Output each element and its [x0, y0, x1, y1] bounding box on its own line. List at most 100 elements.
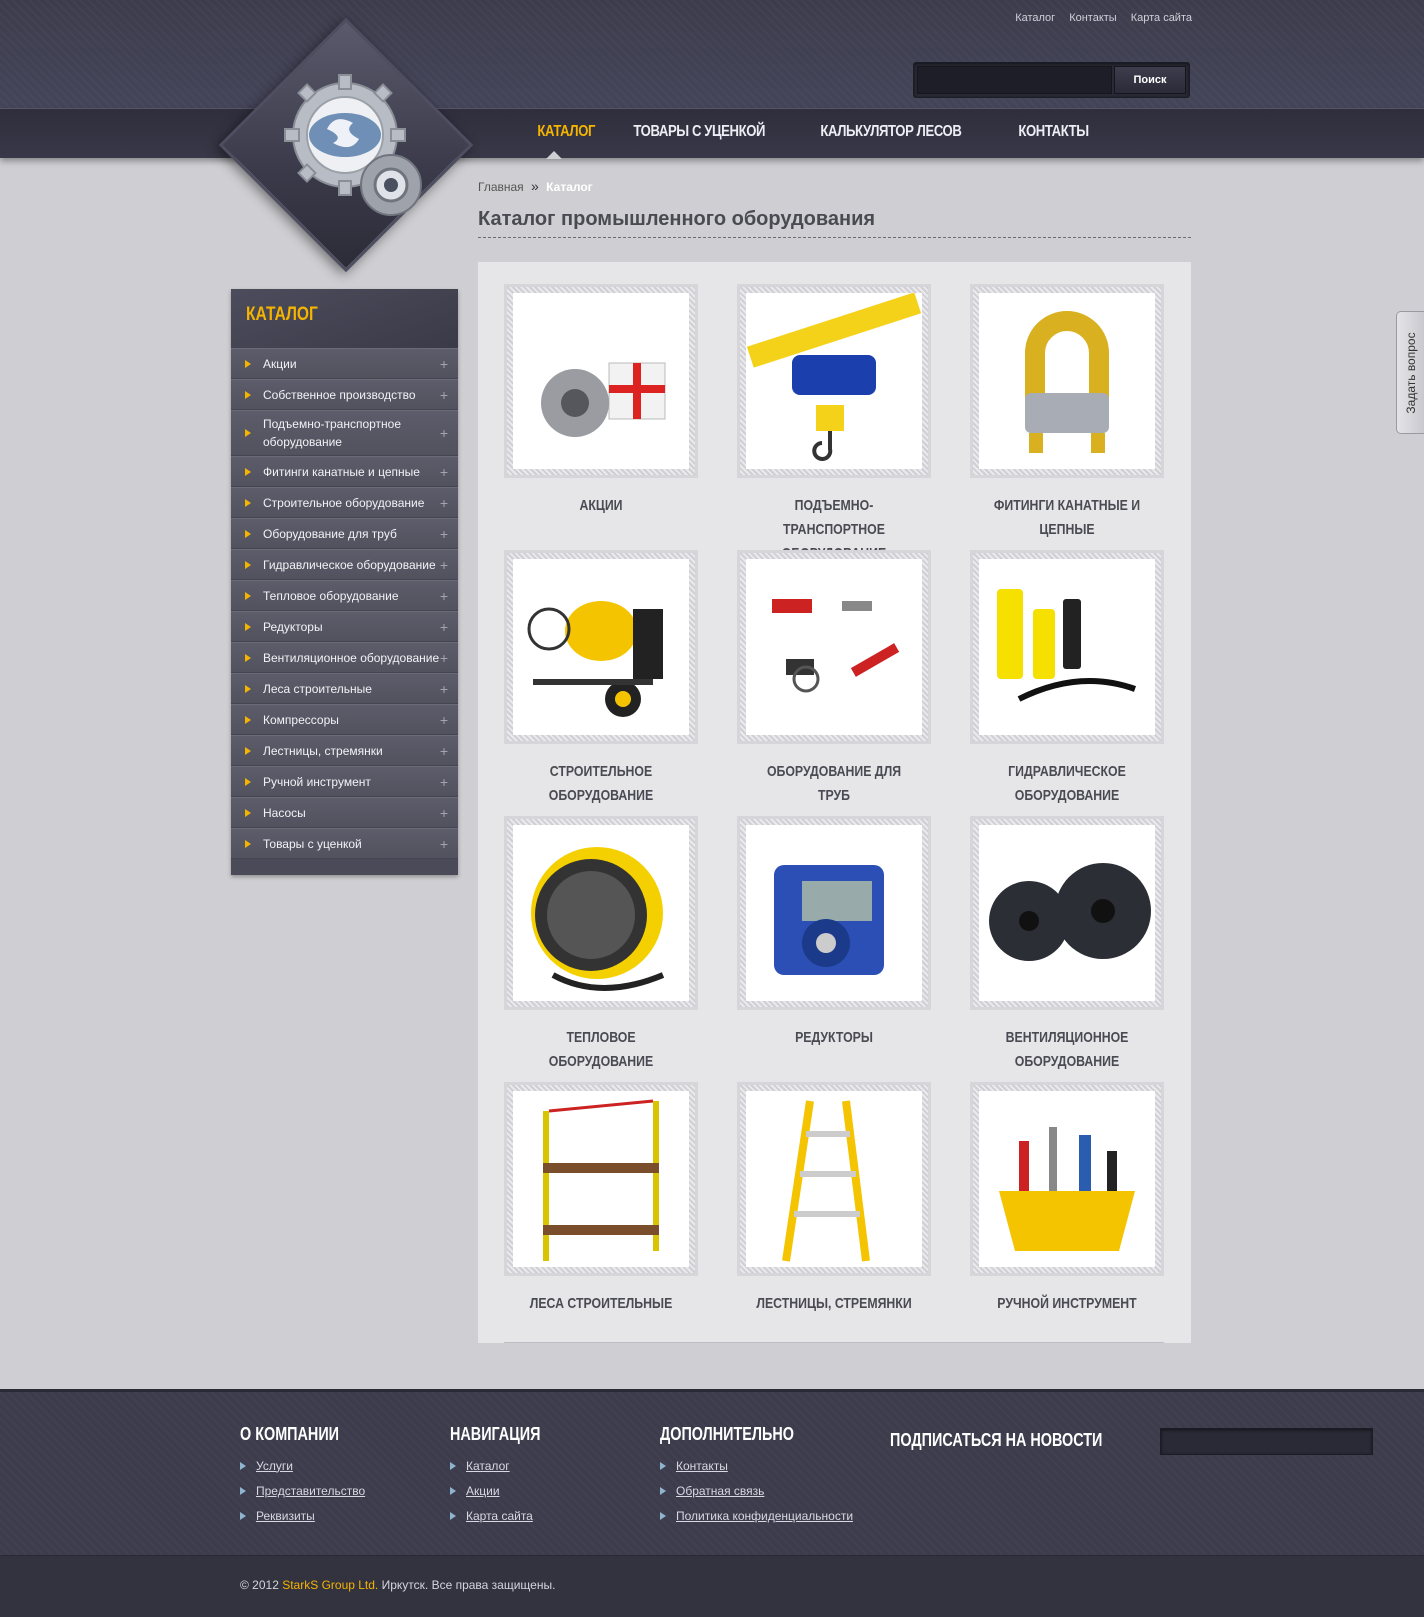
scaffold-image[interactable]	[513, 1091, 689, 1267]
sidebar-item[interactable]: Вентиляционное оборудование +	[231, 642, 458, 673]
catalog-card-label[interactable]: Гидравлическое оборудование	[987, 760, 1146, 808]
footer-link-privacy[interactable]: Политика конфиденциальности	[660, 1503, 853, 1528]
gift-pulley-image[interactable]	[513, 293, 689, 469]
expand-plus-icon[interactable]: +	[440, 804, 448, 822]
expand-plus-icon[interactable]: +	[440, 773, 448, 791]
expand-plus-icon[interactable]: +	[440, 649, 448, 667]
scaffold-image-svg	[543, 1099, 659, 1261]
expand-plus-icon[interactable]: +	[440, 835, 448, 853]
sidebar-header: Каталог	[231, 289, 458, 348]
sidebar-item[interactable]: Фитинги канатные и цепные +	[231, 456, 458, 487]
catalog-card-label[interactable]: Акции	[521, 494, 680, 518]
sidebar-item-label: Редукторы	[263, 619, 323, 634]
catalog-card[interactable]: Строительное оборудование	[504, 550, 698, 808]
breadcrumb-home[interactable]: Главная	[478, 180, 524, 194]
heater-image-svg	[531, 847, 665, 991]
catalog-card[interactable]: Ручной инструмент	[970, 1082, 1164, 1316]
catalog-card[interactable]: Оборудование для труб	[737, 550, 931, 808]
footer-link-feedback[interactable]: Обратная связь	[660, 1478, 853, 1503]
fans-image[interactable]	[979, 825, 1155, 1001]
arrow-icon	[245, 746, 251, 755]
catalog-card-label[interactable]: Ручной инструмент	[987, 1292, 1146, 1316]
footer-link-requisites[interactable]: Реквизиты	[240, 1503, 365, 1528]
catalog-card-label[interactable]: Оборудование для труб	[754, 760, 913, 808]
subscribe-email-field[interactable]	[1159, 1428, 1373, 1455]
expand-plus-icon[interactable]: +	[440, 680, 448, 698]
catalog-card-label[interactable]: Леса строительные	[521, 1292, 680, 1316]
catalog-card[interactable]: Лестницы, стремянки	[737, 1082, 931, 1316]
nav-scaffold-calculator[interactable]: Калькулятор лесов	[804, 108, 978, 158]
nav-discounted[interactable]: Товары с уценкой	[617, 108, 781, 158]
sidebar-item[interactable]: Гидравлическое оборудование +	[231, 549, 458, 580]
hydraulic-cylinders-image[interactable]	[979, 559, 1155, 735]
catalog-card[interactable]: Леса строительные	[504, 1082, 698, 1316]
catalog-card-label[interactable]: Фитинги канатные и цепные	[987, 494, 1146, 542]
catalog-card-label[interactable]: Редукторы	[754, 1026, 913, 1050]
catalog-card[interactable]: Вентиляционное оборудование	[970, 816, 1164, 1074]
footer-link-contacts[interactable]: Контакты	[660, 1453, 853, 1478]
expand-plus-icon[interactable]: +	[440, 711, 448, 729]
sidebar-item[interactable]: Редукторы +	[231, 611, 458, 642]
sidebar-item[interactable]: Лестницы, стремянки +	[231, 735, 458, 766]
catalog-card[interactable]: Редукторы	[737, 816, 931, 1050]
expand-plus-icon[interactable]: +	[440, 494, 448, 512]
sidebar-item[interactable]: Тепловое оборудование +	[231, 580, 458, 611]
sidebar-item[interactable]: Строительное оборудование +	[231, 487, 458, 518]
top-link-contacts[interactable]: Контакты	[1069, 12, 1117, 24]
sidebar: Каталог Акции + Собственное производство + П…	[231, 289, 458, 875]
expand-plus-icon[interactable]: +	[440, 355, 448, 373]
arrow-icon	[245, 498, 251, 507]
sidebar-item[interactable]: Товары с уценкой +	[231, 828, 458, 859]
sidebar-item[interactable]: Акции +	[231, 348, 458, 379]
expand-plus-icon[interactable]: +	[440, 587, 448, 605]
expand-plus-icon[interactable]: +	[440, 525, 448, 543]
catalog-card[interactable]: Гидравлическое оборудование	[970, 550, 1164, 808]
toolbox-image[interactable]	[979, 1091, 1155, 1267]
gearbox-image-svg	[774, 865, 884, 975]
ask-question-tab[interactable]: Задать вопрос	[1396, 311, 1424, 434]
catalog-card[interactable]: Фитинги канатные и цепные	[970, 284, 1164, 542]
footer-link-catalog[interactable]: Каталог	[450, 1453, 563, 1478]
hoist-image[interactable]	[746, 293, 922, 469]
sidebar-item[interactable]: Собственное производство +	[231, 379, 458, 410]
sidebar-item[interactable]: Подъемно-транспортное оборудование +	[231, 410, 458, 456]
catalog-card[interactable]: Акции	[504, 284, 698, 518]
sidebar-item[interactable]: Оборудование для труб +	[231, 518, 458, 549]
search-button[interactable]: Поиск	[1114, 66, 1186, 94]
ladder-image[interactable]	[746, 1091, 922, 1267]
gearbox-image[interactable]	[746, 825, 922, 1001]
expand-plus-icon[interactable]: +	[440, 742, 448, 760]
footer-link-services[interactable]: Услуги	[240, 1453, 365, 1478]
top-link-catalog[interactable]: Каталог	[1015, 12, 1055, 24]
expand-plus-icon[interactable]: +	[440, 386, 448, 404]
catalog-card-label[interactable]: Строительное оборудование	[521, 760, 680, 808]
catalog-card-label[interactable]: Вентиляционное оборудование	[987, 1026, 1146, 1074]
pipe-tools-image[interactable]	[746, 559, 922, 735]
arrow-icon	[245, 359, 251, 368]
sidebar-item[interactable]: Леса строительные +	[231, 673, 458, 704]
catalog-card[interactable]: Подъемно-транспортное оборудование	[737, 284, 931, 566]
wire-clamp-image[interactable]	[979, 293, 1155, 469]
catalog-card-label[interactable]: Лестницы, стремянки	[754, 1292, 913, 1316]
top-link-sitemap[interactable]: Карта сайта	[1131, 12, 1192, 24]
footer-link-promotions[interactable]: Акции	[450, 1478, 563, 1503]
footer-link-representation[interactable]: Представительство	[240, 1478, 365, 1503]
copyright-brand-link[interactable]: StarkS Group Ltd.	[282, 1578, 378, 1592]
catalog-card[interactable]: Тепловое оборудование	[504, 816, 698, 1074]
heater-image[interactable]	[513, 825, 689, 1001]
expand-plus-icon[interactable]: +	[440, 556, 448, 574]
wire-clamp-image-svg	[1025, 311, 1109, 453]
arrow-icon	[240, 1486, 246, 1495]
expand-plus-icon[interactable]: +	[440, 463, 448, 481]
nav-contacts[interactable]: Контакты	[1002, 108, 1105, 158]
expand-plus-icon[interactable]: +	[440, 618, 448, 636]
search-input[interactable]	[917, 66, 1112, 94]
nav-catalog[interactable]: Каталог	[521, 108, 611, 158]
sidebar-item[interactable]: Ручной инструмент +	[231, 766, 458, 797]
expand-plus-icon[interactable]: +	[440, 424, 448, 442]
footer-link-sitemap[interactable]: Карта сайта	[450, 1503, 563, 1528]
sidebar-item[interactable]: Насосы +	[231, 797, 458, 828]
catalog-card-label[interactable]: Тепловое оборудование	[521, 1026, 680, 1074]
sidebar-item[interactable]: Компрессоры +	[231, 704, 458, 735]
concrete-mixer-image[interactable]	[513, 559, 689, 735]
